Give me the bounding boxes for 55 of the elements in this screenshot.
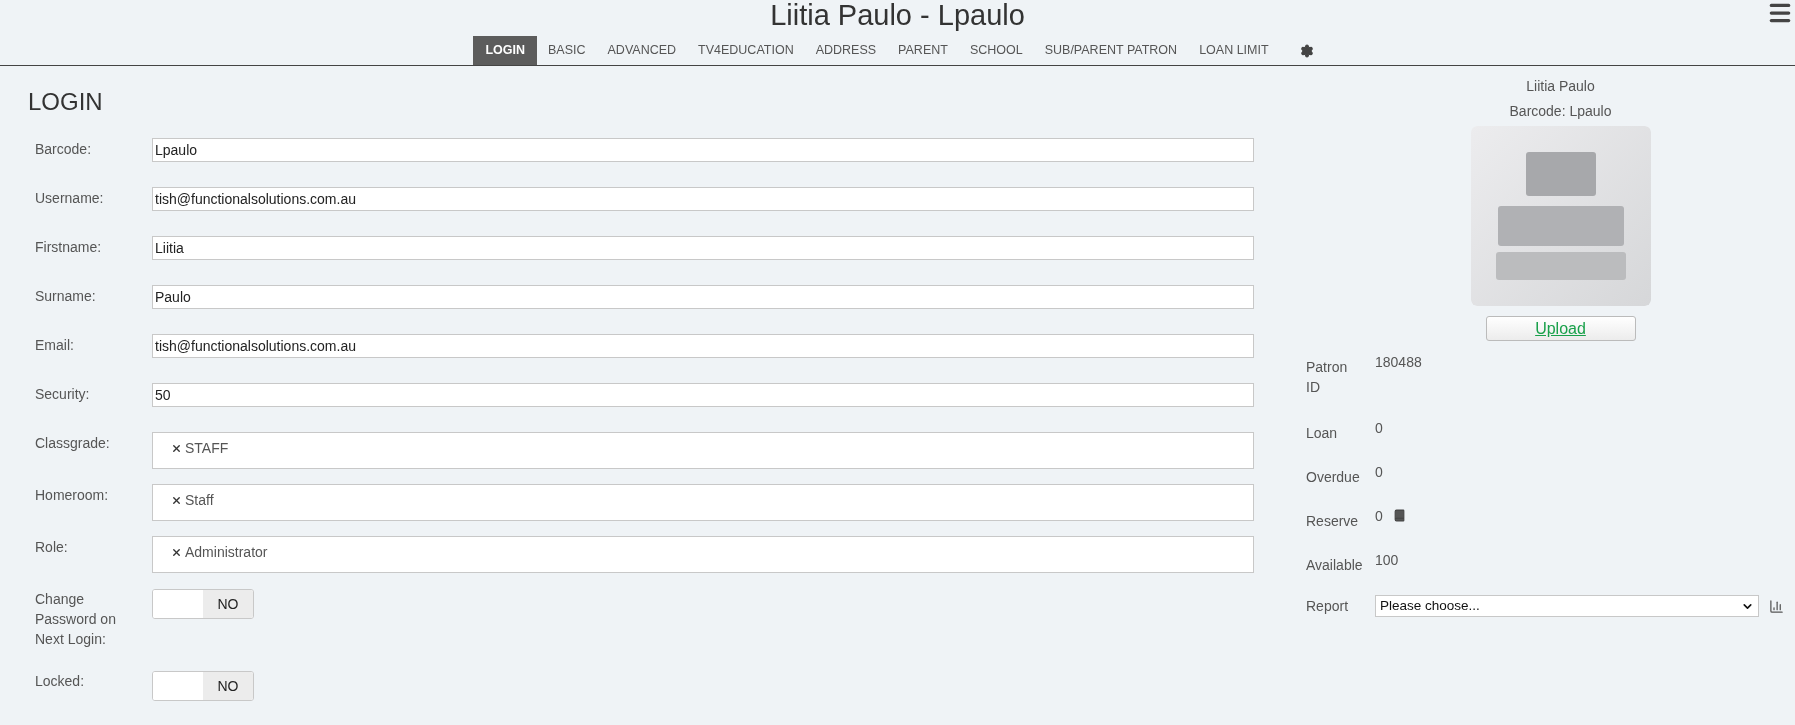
field-label: Firstname: bbox=[35, 238, 103, 257]
field-label: Locked: bbox=[35, 672, 86, 691]
book-icon[interactable] bbox=[1392, 509, 1406, 522]
patron-barcode: Barcode: Lpaulo bbox=[1509, 102, 1612, 121]
tab[interactable]: LOGIN bbox=[473, 36, 537, 65]
text-field[interactable]: tish@functionalsolutions.com.au bbox=[152, 187, 1254, 211]
field-label: Change Password on Next Login: bbox=[35, 590, 117, 649]
stat-value: 0 bbox=[1375, 419, 1383, 438]
tab[interactable]: SUB/PARENT PATRON bbox=[1033, 36, 1189, 65]
toggle-switch[interactable]: NO bbox=[152, 671, 254, 701]
tab[interactable]: BASIC bbox=[537, 36, 597, 65]
multi-select-field[interactable]: Administrator bbox=[152, 536, 1254, 573]
text-field[interactable]: Lpaulo bbox=[152, 138, 1254, 162]
field-label: Surname: bbox=[35, 287, 97, 306]
chart-icon[interactable] bbox=[1769, 598, 1784, 614]
report-select[interactable]: Please choose... bbox=[1375, 595, 1759, 617]
stat-value: 180488 bbox=[1375, 353, 1422, 372]
tab[interactable]: TV4EDUCATION bbox=[687, 36, 805, 65]
stat-value: 100 bbox=[1375, 551, 1399, 570]
tag-label: Administrator bbox=[185, 543, 268, 562]
field-label: Username: bbox=[35, 189, 105, 208]
tab[interactable]: ADDRESS bbox=[804, 36, 888, 65]
section-heading: LOGIN bbox=[28, 87, 104, 117]
field-label: Homeroom: bbox=[35, 486, 110, 505]
stat-value: 0 bbox=[1375, 507, 1383, 526]
field-label: Email: bbox=[35, 336, 75, 355]
stat-label: Loan bbox=[1306, 424, 1339, 443]
text-field[interactable]: Liitia bbox=[152, 236, 1254, 260]
remove-icon[interactable] bbox=[171, 443, 182, 454]
patron-name: Liitia Paulo bbox=[1526, 77, 1595, 96]
multi-select-field[interactable]: STAFF bbox=[152, 432, 1254, 469]
stat-label: Patron ID bbox=[1306, 358, 1349, 397]
field-label: Security: bbox=[35, 385, 91, 404]
stat-label: Overdue bbox=[1306, 468, 1361, 487]
toggle-switch[interactable]: NO bbox=[152, 589, 254, 619]
report-label: Report bbox=[1306, 596, 1350, 616]
remove-icon[interactable] bbox=[171, 495, 182, 506]
page-title: Liitia Paulo - Lpaulo bbox=[770, 0, 1025, 33]
tab[interactable]: PARENT bbox=[887, 36, 959, 65]
stat-label: Reserve bbox=[1306, 512, 1360, 531]
remove-icon[interactable] bbox=[171, 547, 182, 558]
stat-label: Available bbox=[1306, 556, 1364, 575]
tab[interactable]: ADVANCED bbox=[596, 36, 688, 65]
tab[interactable]: SCHOOL bbox=[958, 36, 1034, 65]
text-field[interactable]: 50 bbox=[152, 383, 1254, 407]
tag-label: STAFF bbox=[185, 439, 229, 458]
stat-value: 0 bbox=[1375, 463, 1383, 482]
text-field[interactable]: Paulo bbox=[152, 285, 1254, 309]
text-field[interactable]: tish@functionalsolutions.com.au bbox=[152, 334, 1254, 358]
field-label: Barcode: bbox=[35, 140, 93, 159]
multi-select-field[interactable]: Staff bbox=[152, 484, 1254, 521]
tag-label: Staff bbox=[185, 491, 214, 510]
tab[interactable]: LOAN LIMIT bbox=[1188, 36, 1280, 65]
field-label: Classgrade: bbox=[35, 434, 111, 453]
field-label: Role: bbox=[35, 538, 69, 557]
